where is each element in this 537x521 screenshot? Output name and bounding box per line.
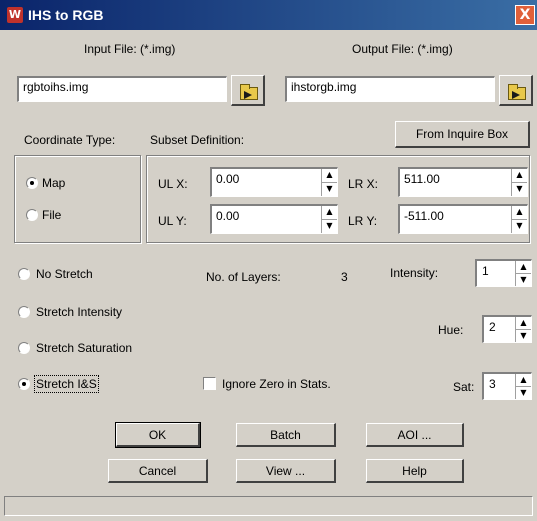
input-file-field[interactable]: rgbtoihs.img xyxy=(17,76,227,102)
hue-field[interactable]: 2 ▲ ▼ xyxy=(482,315,532,343)
view-button[interactable]: View ... xyxy=(236,459,336,483)
coordinate-type-label: Coordinate Type: xyxy=(24,133,116,147)
ignore-zero-label: Ignore Zero in Stats. xyxy=(222,377,331,391)
layers-label: No. of Layers: xyxy=(206,270,281,284)
uly-value: 0.00 xyxy=(216,209,240,223)
radio-map-label: Map xyxy=(42,176,66,190)
batch-button[interactable]: Batch xyxy=(236,423,336,447)
output-file-field[interactable]: ihstorgb.img xyxy=(285,76,495,102)
spin-down-icon[interactable]: ▼ xyxy=(516,274,531,287)
ok-button[interactable]: OK xyxy=(115,422,201,448)
spin-down-icon[interactable]: ▼ xyxy=(516,330,531,343)
spin-down-icon[interactable]: ▼ xyxy=(322,183,337,197)
open-folder-icon xyxy=(240,84,258,100)
ulx-value: 0.00 xyxy=(216,172,240,186)
window-title: IHS to RGB xyxy=(28,7,104,23)
help-button[interactable]: Help xyxy=(366,459,464,483)
lry-value: -511.00 xyxy=(404,209,444,223)
spin-up-icon[interactable]: ▲ xyxy=(512,169,527,183)
radio-no-stretch[interactable] xyxy=(18,268,30,280)
sat-field[interactable]: 3 ▲ ▼ xyxy=(482,372,532,400)
uly-label: UL Y: xyxy=(158,214,187,228)
cancel-button[interactable]: Cancel xyxy=(108,459,208,483)
intensity-value: 1 xyxy=(482,264,489,278)
hue-label: Hue: xyxy=(438,323,464,337)
ulx-field[interactable]: 0.00 ▲ ▼ xyxy=(210,167,338,197)
lry-field[interactable]: -511.00 ▲ ▼ xyxy=(398,204,528,234)
ignore-zero-checkbox[interactable] xyxy=(203,377,216,390)
spin-up-icon[interactable]: ▲ xyxy=(516,374,531,387)
radio-file[interactable] xyxy=(26,209,38,221)
input-file-label: Input File: (*.img) xyxy=(84,42,176,56)
ulx-spinner[interactable]: ▲ ▼ xyxy=(321,169,337,196)
lrx-spinner[interactable]: ▲ ▼ xyxy=(511,169,527,196)
aoi-button[interactable]: AOI ... xyxy=(366,423,464,447)
lrx-value: 511.00 xyxy=(404,172,440,186)
sat-spinner[interactable]: ▲ ▼ xyxy=(515,374,531,399)
hue-spinner[interactable]: ▲ ▼ xyxy=(515,317,531,342)
status-bar xyxy=(4,496,533,516)
lrx-label: LR X: xyxy=(348,177,379,191)
input-file-browse-button[interactable] xyxy=(231,75,265,106)
from-inquire-box-button[interactable]: From Inquire Box xyxy=(395,121,530,148)
spin-down-icon[interactable]: ▼ xyxy=(512,183,527,197)
radio-stretch-intensity-label: Stretch Intensity xyxy=(36,305,123,319)
subset-definition-label: Subset Definition: xyxy=(150,133,245,147)
intensity-spinner[interactable]: ▲ ▼ xyxy=(515,261,531,286)
ulx-label: UL X: xyxy=(158,177,188,191)
spin-up-icon[interactable]: ▲ xyxy=(322,169,337,183)
radio-stretch-is-label: Stretch I&S xyxy=(34,375,99,393)
radio-stretch-saturation[interactable] xyxy=(18,342,30,354)
radio-no-stretch-label: No Stretch xyxy=(36,267,93,281)
spin-up-icon[interactable]: ▲ xyxy=(322,206,337,220)
lry-spinner[interactable]: ▲ ▼ xyxy=(511,206,527,233)
spin-up-icon[interactable]: ▲ xyxy=(516,261,531,274)
layers-value: 3 xyxy=(341,270,348,284)
lrx-field[interactable]: 511.00 ▲ ▼ xyxy=(398,167,528,197)
coordinate-type-group xyxy=(14,155,141,243)
radio-stretch-saturation-label: Stretch Saturation xyxy=(36,341,133,355)
sat-label: Sat: xyxy=(453,380,475,394)
uly-field[interactable]: 0.00 ▲ ▼ xyxy=(210,204,338,234)
radio-stretch-intensity[interactable] xyxy=(18,306,30,318)
output-file-label: Output File: (*.img) xyxy=(352,42,453,56)
app-icon: W xyxy=(7,7,23,23)
intensity-label: Intensity: xyxy=(390,266,439,280)
radio-file-label: File xyxy=(42,208,62,222)
output-file-browse-button[interactable] xyxy=(499,75,533,106)
radio-map[interactable] xyxy=(26,177,38,189)
close-button[interactable]: X xyxy=(515,5,535,25)
hue-value: 2 xyxy=(489,320,496,334)
spin-down-icon[interactable]: ▼ xyxy=(512,220,527,234)
spin-up-icon[interactable]: ▲ xyxy=(516,317,531,330)
open-folder-icon xyxy=(508,84,526,100)
spin-down-icon[interactable]: ▼ xyxy=(322,220,337,234)
radio-stretch-is[interactable] xyxy=(18,378,30,390)
spin-up-icon[interactable]: ▲ xyxy=(512,206,527,220)
lry-label: LR Y: xyxy=(348,214,378,228)
intensity-field[interactable]: 1 ▲ ▼ xyxy=(475,259,532,287)
uly-spinner[interactable]: ▲ ▼ xyxy=(321,206,337,233)
sat-value: 3 xyxy=(489,377,496,391)
spin-down-icon[interactable]: ▼ xyxy=(516,387,531,400)
